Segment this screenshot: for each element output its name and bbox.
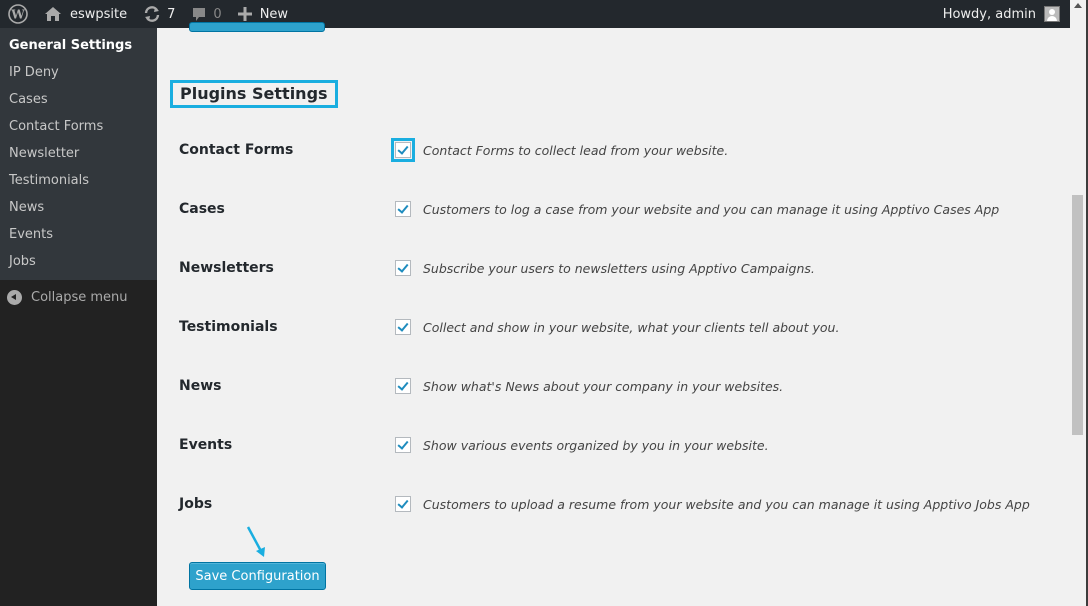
updates-count: 7 <box>167 6 176 22</box>
scroll-up-arrow-icon[interactable] <box>1074 3 1082 8</box>
plugin-description: Show what's News about your company in y… <box>423 378 784 394</box>
plugin-label: Contact Forms <box>179 142 294 158</box>
section-title: Plugins Settings <box>170 80 338 108</box>
plugin-row-newsletters: Newsletters Subscribe your users to news… <box>157 256 1070 280</box>
sidebar-item-newsletter[interactable]: Newsletter <box>0 140 157 167</box>
comments-count: 0 <box>213 6 222 22</box>
updates-link[interactable]: 7 <box>135 0 183 28</box>
sidebar-item-general-settings[interactable]: General Settings <box>0 32 157 59</box>
save-configuration-button[interactable]: Save Configuration <box>189 562 326 590</box>
plugin-label: Testimonials <box>179 319 278 335</box>
collapse-menu-button[interactable]: Collapse menu <box>0 280 157 314</box>
new-label: New <box>259 6 289 22</box>
jobs-checkbox[interactable] <box>395 496 411 512</box>
collapse-menu-label: Collapse menu <box>31 289 128 305</box>
comment-icon <box>193 8 206 21</box>
sidebar-item-jobs[interactable]: Jobs <box>0 248 157 275</box>
testimonials-checkbox[interactable] <box>395 319 411 335</box>
page-scrollbar[interactable] <box>1070 0 1088 606</box>
plugin-label: Newsletters <box>179 260 274 276</box>
sidebar-item-events[interactable]: Events <box>0 221 157 248</box>
site-name-link[interactable]: eswpsite <box>36 0 135 28</box>
plugin-label: Cases <box>179 201 225 217</box>
sidebar-item-cases[interactable]: Cases <box>0 86 157 113</box>
news-checkbox[interactable] <box>395 378 411 394</box>
plugin-row-jobs: Jobs Customers to upload a resume from y… <box>157 492 1070 516</box>
sidebar-item-news[interactable]: News <box>0 194 157 221</box>
submenu: General Settings IP Deny Cases Contact F… <box>0 28 157 280</box>
newsletters-checkbox[interactable] <box>395 260 411 276</box>
plus-icon <box>237 7 252 21</box>
admin-bar: W eswpsite 7 0 New Howdy, admin <box>0 0 1070 28</box>
plugin-row-cases: Cases Customers to log a case from your … <box>157 197 1070 221</box>
cases-checkbox[interactable] <box>395 201 411 217</box>
plugin-description: Show various events organized by you in … <box>423 437 769 453</box>
plugin-label: Events <box>179 437 233 453</box>
previous-save-button[interactable] <box>189 22 325 32</box>
plugin-label: News <box>179 378 222 394</box>
home-icon <box>45 7 61 21</box>
plugin-row-testimonials: Testimonials Collect and show in your we… <box>157 315 1070 339</box>
plugin-description: Customers to log a case from your websit… <box>423 201 1000 217</box>
scrollbar-thumb[interactable] <box>1072 195 1083 435</box>
sidebar-item-testimonials[interactable]: Testimonials <box>0 167 157 194</box>
plugin-description: Customers to upload a resume from your w… <box>423 496 1030 512</box>
site-name: eswpsite <box>70 6 128 22</box>
events-checkbox[interactable] <box>395 437 411 453</box>
greeting: Howdy, admin <box>942 6 1036 22</box>
plugin-description: Contact Forms to collect lead from your … <box>423 142 729 158</box>
sidebar-item-ip-deny[interactable]: IP Deny <box>0 59 157 86</box>
contact-forms-checkbox[interactable] <box>391 138 415 162</box>
my-account-link[interactable]: Howdy, admin <box>943 6 1070 22</box>
collapse-arrow-icon <box>7 289 22 305</box>
admin-sidebar: General Settings IP Deny Cases Contact F… <box>0 28 157 606</box>
plugin-row-news: News Show what's News about your company… <box>157 374 1070 398</box>
plugin-description: Collect and show in your website, what y… <box>423 319 840 335</box>
avatar <box>1044 6 1060 22</box>
updates-icon <box>144 6 160 22</box>
sidebar-item-contact-forms[interactable]: Contact Forms <box>0 113 157 140</box>
plugin-description: Subscribe your users to newsletters usin… <box>423 260 815 276</box>
plugin-label: Jobs <box>179 496 213 512</box>
svg-text:W: W <box>10 8 25 22</box>
main-content: Plugins Settings Contact Forms Contact F… <box>157 22 1070 606</box>
annotation-arrow-icon <box>246 526 265 557</box>
plugin-row-events: Events Show various events organized by … <box>157 433 1070 457</box>
plugin-row-contact-forms: Contact Forms Contact Forms to collect l… <box>157 138 1070 162</box>
wordpress-logo-button[interactable]: W <box>0 0 36 28</box>
wordpress-icon: W <box>8 4 28 24</box>
